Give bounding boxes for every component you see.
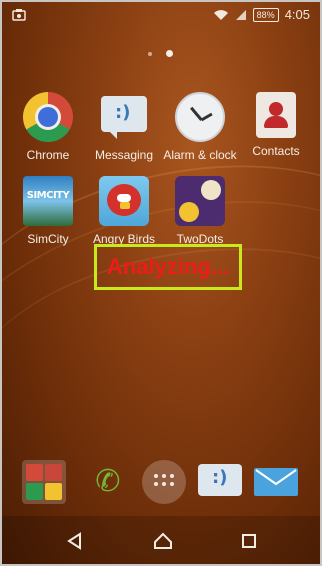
app-alarm-clock[interactable]: Alarm & clock — [162, 92, 238, 162]
messaging-icon[interactable]: :) — [198, 460, 242, 504]
recents-icon[interactable] — [236, 528, 262, 554]
status-time: 4:05 — [284, 7, 310, 22]
contacts-icon — [256, 92, 296, 138]
page-dot-active[interactable] — [166, 50, 173, 57]
app-drawer-icon[interactable] — [142, 460, 186, 504]
app-label: Alarm & clock — [163, 148, 237, 162]
twodots-icon — [175, 176, 225, 226]
page-indicator — [148, 50, 173, 57]
app-label: Contacts — [252, 144, 300, 158]
battery-level: 88% — [252, 7, 279, 22]
clock-icon — [175, 92, 225, 142]
wifi-icon — [213, 9, 228, 20]
app-label: SimCity — [27, 232, 69, 246]
home-icon[interactable] — [150, 528, 176, 554]
dock: ✆ :) — [22, 460, 304, 504]
messaging-icon: :) — [99, 92, 149, 142]
back-icon[interactable] — [62, 528, 88, 554]
app-chrome[interactable]: Chrome — [10, 92, 86, 162]
app-label: Messaging — [94, 148, 154, 162]
app-label: Chrome — [26, 148, 70, 162]
simcity-icon: SIMCITY — [23, 176, 73, 226]
chrome-icon — [23, 92, 73, 142]
app-twodots[interactable]: TwoDots — [162, 176, 238, 246]
home-screen: 88% 4:05 Chrome :) Messaging Alarm & clo… — [0, 0, 322, 566]
analyzing-overlay: Analyzing... — [94, 244, 242, 290]
app-messaging[interactable]: :) Messaging — [86, 92, 162, 162]
navigation-bar — [2, 516, 320, 564]
phone-icon[interactable]: ✆ — [86, 460, 130, 504]
notification-icon — [12, 9, 26, 21]
status-right: 88% 4:05 — [213, 7, 310, 22]
status-bar: 88% 4:05 — [2, 2, 320, 30]
google-folder-icon[interactable] — [22, 460, 66, 504]
app-contacts[interactable]: Contacts — [238, 92, 314, 158]
angry-birds-icon — [99, 176, 149, 226]
app-angry-birds[interactable]: Angry Birds — [86, 176, 162, 246]
email-icon[interactable] — [254, 460, 298, 504]
app-simcity[interactable]: SIMCITY SimCity — [10, 176, 86, 246]
signal-icon — [235, 9, 246, 20]
page-dot[interactable] — [148, 51, 152, 56]
